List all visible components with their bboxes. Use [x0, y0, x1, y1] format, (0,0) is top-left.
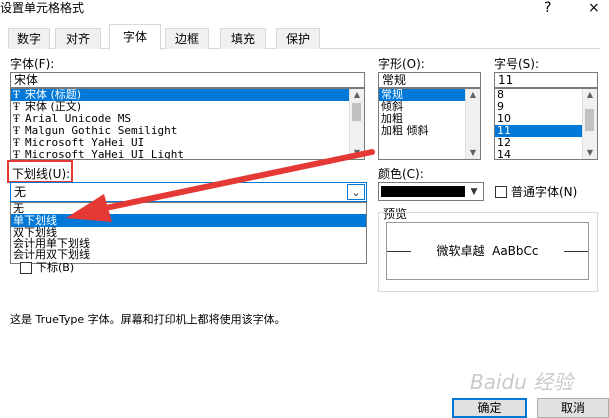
- annotation-arrow-icon: [66, 149, 375, 222]
- baidu-watermark: Baidu 经验: [470, 370, 574, 394]
- cancel-button[interactable]: 取消: [537, 398, 609, 418]
- ok-button[interactable]: 确定: [452, 398, 527, 418]
